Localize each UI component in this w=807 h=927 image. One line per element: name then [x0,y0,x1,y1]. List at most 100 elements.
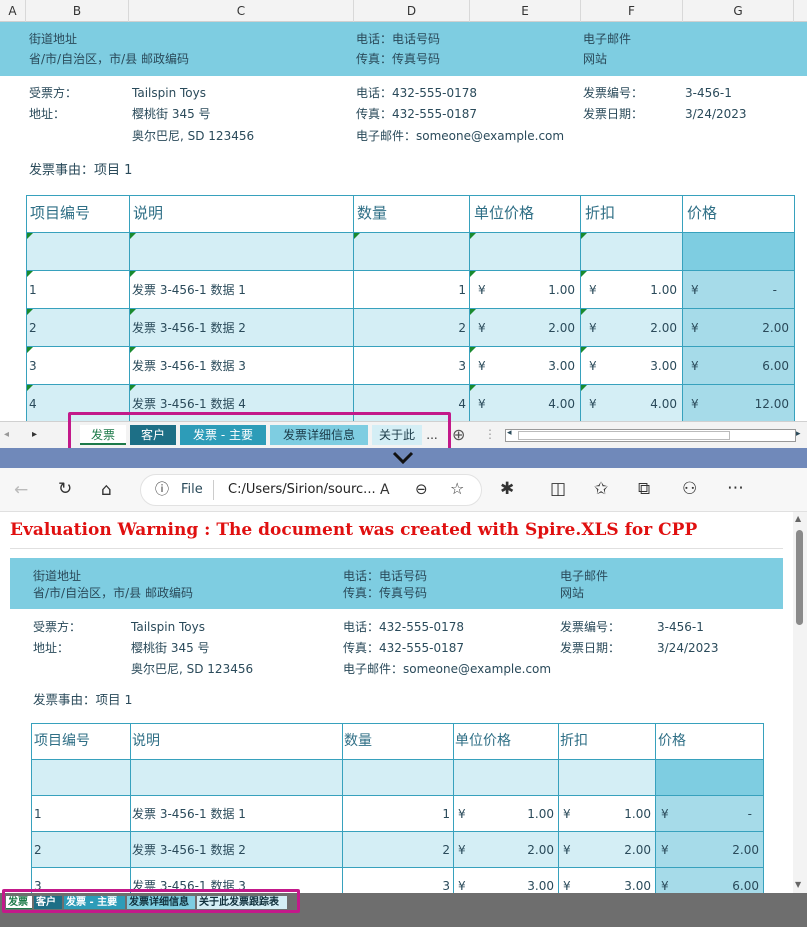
th-unit-price[interactable]: 单位价格 [474,206,534,221]
page-address-label: 地址： [33,641,70,655]
splitter-handle-icon[interactable]: ⋮ [484,427,496,441]
cell-unit-price[interactable]: 4.00 [470,397,575,411]
add-sheet-icon[interactable]: ⊕ [452,425,465,444]
company-phone[interactable]: 电话：电话号码 [356,32,440,46]
cell-comment-marker [354,233,360,239]
billto-email[interactable]: 电子邮件：someone@example.com [356,129,564,143]
cell-discount[interactable]: 4.00 [581,397,677,411]
column-header-g[interactable]: G [683,0,794,22]
split-screen-icon[interactable]: ◫ [550,479,566,499]
page-company-header-band [10,558,783,609]
next-sheet-icon[interactable]: ▸ [32,429,37,440]
page-grid-line [31,795,764,796]
cell-unit-price[interactable]: 3.00 [470,359,575,373]
favorites-icon[interactable]: ✩ [594,479,608,499]
billto-name[interactable]: Tailspin Toys [132,86,206,100]
highlight-box-excel-tabs [68,412,451,452]
scrollbar-thumb[interactable] [518,431,730,440]
page-invoice-reason: 发票事由：项目 1 [33,692,133,707]
column-header-a[interactable]: A [0,0,26,22]
vertical-scrollbar[interactable]: ▲ ▼ [793,512,807,895]
company-website[interactable]: 网站 [583,52,607,66]
cell-item-no[interactable]: 4 [29,397,37,411]
cell-comment-marker [470,233,476,239]
th-discount[interactable]: 折扣 [585,206,615,221]
more-menu-icon[interactable]: ⋯ [727,478,744,498]
info-icon[interactable]: ⓘ [155,480,169,500]
billto-phone[interactable]: 电话：432-555-0178 [356,86,477,100]
th-quantity[interactable]: 数量 [357,206,387,221]
collections-icon[interactable]: ⧉ [638,479,650,499]
column-header-c[interactable]: C [129,0,354,22]
billto-label[interactable]: 受票方： [29,86,77,100]
scrollbar-thumb[interactable] [796,530,803,625]
profile-icon[interactable]: ⚇ [682,479,697,499]
url-text[interactable]: C:/Users/Sirion/sourc... [228,483,376,497]
favorite-add-icon[interactable]: ☆ [450,479,464,499]
company-email[interactable]: 电子邮件 [583,32,631,46]
page-grid-line [31,759,764,760]
cell-comment-marker [130,309,136,315]
invoice-number[interactable]: 3-456-1 [685,86,732,100]
cell-price[interactable]: - [683,283,777,297]
invoice-number-label[interactable]: 发票编号： [583,86,643,100]
page-cell-description: 发票 3-456-1 数据 1 [132,807,246,821]
cell-discount[interactable]: 3.00 [581,359,677,373]
grid-line [26,308,795,309]
address-line-2[interactable]: 奥尔巴尼, SD 123456 [132,129,254,143]
cell-item-no[interactable]: 1 [29,283,37,297]
th-price[interactable]: 价格 [687,206,717,221]
cell-comment-marker [470,271,476,277]
cell-unit-price[interactable]: 2.00 [470,321,575,335]
column-header-d[interactable]: D [354,0,470,22]
invoice-date-label[interactable]: 发票日期： [583,107,643,121]
cell-quantity[interactable]: 4 [354,397,466,411]
company-fax[interactable]: 传真：传真号码 [356,52,440,66]
page-th-quantity: 数量 [344,733,372,749]
zoom-icon[interactable]: ⊖ [415,479,428,499]
th-description[interactable]: 说明 [133,206,163,221]
back-icon[interactable]: ← [14,480,28,500]
cell-quantity[interactable]: 1 [354,283,466,297]
cell-discount[interactable]: 1.00 [581,283,677,297]
cell-description[interactable]: 发票 3-456-1 数据 2 [132,321,246,335]
horizontal-scrollbar[interactable]: ◂ [505,428,796,442]
column-header-f[interactable]: F [581,0,683,22]
cell-quantity[interactable]: 3 [354,359,466,373]
cell-price[interactable]: 6.00 [683,359,789,373]
street-address[interactable]: 街道地址 [29,32,77,46]
cell-discount[interactable]: 2.00 [581,321,677,335]
cell-description[interactable]: 发票 3-456-1 数据 3 [132,359,246,373]
scroll-right-icon[interactable]: ▸ [796,429,801,439]
cell-comment-marker [581,233,587,239]
scroll-down-icon[interactable]: ▼ [795,880,801,889]
read-aloud-icon[interactable]: A [380,480,390,500]
prev-sheet-icon[interactable]: ◂ [4,429,9,440]
cell-unit-price[interactable]: 1.00 [470,283,575,297]
cell-price[interactable]: 2.00 [683,321,789,335]
address-line-1[interactable]: 樱桃街 345 号 [132,107,211,121]
refresh-icon[interactable]: ↻ [58,479,72,499]
cell-item-no[interactable]: 2 [29,321,37,335]
cell-quantity[interactable]: 2 [354,321,466,335]
page-grid-line [31,831,764,832]
price-header-fill [683,233,795,271]
invoice-reason[interactable]: 发票事由：项目 1 [29,164,132,178]
column-header-bar: A B C D E F G [0,0,807,22]
cell-item-no[interactable]: 3 [29,359,37,373]
province-city[interactable]: 省/市/自治区，市/县 邮政编码 [29,52,189,66]
cell-price[interactable]: 12.00 [683,397,789,411]
cell-description[interactable]: 发票 3-456-1 数据 1 [132,283,246,297]
home-icon[interactable]: ⌂ [101,480,112,500]
column-header-e[interactable]: E [470,0,581,22]
th-item-no[interactable]: 项目编号 [30,206,90,221]
column-header-b[interactable]: B [26,0,129,22]
address-label[interactable]: 地址： [29,107,65,121]
scroll-left-icon[interactable]: ◂ [507,428,512,438]
billto-fax[interactable]: 传真：432-555-0187 [356,107,477,121]
page-grid-line [31,867,764,868]
invoice-date[interactable]: 3/24/2023 [685,107,747,121]
cell-description[interactable]: 发票 3-456-1 数据 4 [132,397,246,411]
extensions-icon[interactable]: ✱ [500,479,514,499]
scroll-up-icon[interactable]: ▲ [795,514,801,523]
